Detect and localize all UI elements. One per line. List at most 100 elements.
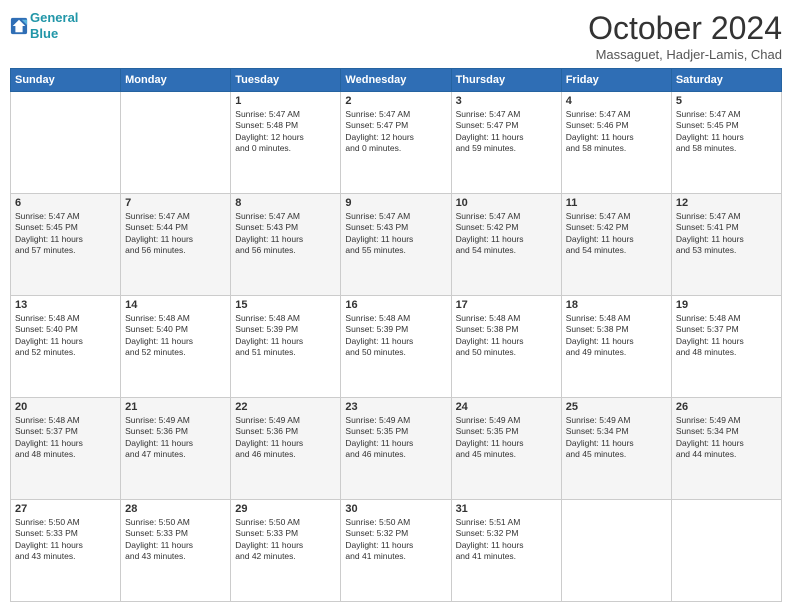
cell-info: Sunrise: 5:48 AM Sunset: 5:39 PM Dayligh… <box>345 313 446 359</box>
calendar-cell: 22 Sunrise: 5:49 AM Sunset: 5:36 PM Dayli… <box>231 398 341 500</box>
calendar-row-0: 1 Sunrise: 5:47 AM Sunset: 5:48 PM Daylig… <box>11 92 782 194</box>
logo-icon <box>10 17 28 35</box>
page: General Blue October 2024 Massaguet, Had… <box>0 0 792 612</box>
logo-general: General <box>30 10 78 25</box>
calendar-cell: 21 Sunrise: 5:49 AM Sunset: 5:36 PM Dayli… <box>121 398 231 500</box>
calendar-cell: 6Sunrise: 5:47 AM Sunset: 5:45 PM Daylig… <box>11 194 121 296</box>
cell-info: Sunrise: 5:47 AM Sunset: 5:45 PM Dayligh… <box>15 211 116 257</box>
day-number: 22 <box>235 401 336 413</box>
calendar-cell: 1 Sunrise: 5:47 AM Sunset: 5:48 PM Daylig… <box>231 92 341 194</box>
cell-info: Sunrise: 5:50 AM Sunset: 5:33 PM Dayligh… <box>235 517 336 563</box>
calendar-cell: 11Sunrise: 5:47 AM Sunset: 5:42 PM Dayli… <box>561 194 671 296</box>
day-number: 4 <box>566 95 667 107</box>
day-number: 2 <box>345 95 446 107</box>
calendar-row-4: 27 Sunrise: 5:50 AM Sunset: 5:33 PM Dayli… <box>11 500 782 602</box>
calendar-cell: 17 Sunrise: 5:48 AM Sunset: 5:38 PM Dayli… <box>451 296 561 398</box>
calendar-cell: 29 Sunrise: 5:50 AM Sunset: 5:33 PM Dayli… <box>231 500 341 602</box>
day-number: 21 <box>125 401 226 413</box>
day-number: 20 <box>15 401 116 413</box>
day-number: 11 <box>566 197 667 209</box>
calendar-cell: 13 Sunrise: 5:48 AM Sunset: 5:40 PM Dayli… <box>11 296 121 398</box>
day-number: 12 <box>676 197 777 209</box>
day-number: 19 <box>676 299 777 311</box>
day-number: 14 <box>125 299 226 311</box>
cell-info: Sunrise: 5:47 AM Sunset: 5:46 PM Dayligh… <box>566 109 667 155</box>
day-number: 29 <box>235 503 336 515</box>
cell-info: Sunrise: 5:47 AM Sunset: 5:42 PM Dayligh… <box>456 211 557 257</box>
calendar-cell: 8Sunrise: 5:47 AM Sunset: 5:43 PM Daylig… <box>231 194 341 296</box>
day-number: 23 <box>345 401 446 413</box>
calendar-row-2: 13 Sunrise: 5:48 AM Sunset: 5:40 PM Dayli… <box>11 296 782 398</box>
weekday-header-tuesday: Tuesday <box>231 69 341 92</box>
calendar-cell: 28 Sunrise: 5:50 AM Sunset: 5:33 PM Dayli… <box>121 500 231 602</box>
month-title: October 2024 <box>588 10 782 47</box>
day-number: 25 <box>566 401 667 413</box>
cell-info: Sunrise: 5:47 AM Sunset: 5:43 PM Dayligh… <box>235 211 336 257</box>
weekday-header-wednesday: Wednesday <box>341 69 451 92</box>
calendar-cell: 16Sunrise: 5:48 AM Sunset: 5:39 PM Dayli… <box>341 296 451 398</box>
cell-info: Sunrise: 5:48 AM Sunset: 5:40 PM Dayligh… <box>15 313 116 359</box>
cell-info: Sunrise: 5:47 AM Sunset: 5:44 PM Dayligh… <box>125 211 226 257</box>
calendar-cell: 12 Sunrise: 5:47 AM Sunset: 5:41 PM Dayli… <box>671 194 781 296</box>
day-number: 27 <box>15 503 116 515</box>
day-number: 1 <box>235 95 336 107</box>
cell-info: Sunrise: 5:48 AM Sunset: 5:37 PM Dayligh… <box>15 415 116 461</box>
calendar-cell <box>121 92 231 194</box>
cell-info: Sunrise: 5:50 AM Sunset: 5:33 PM Dayligh… <box>125 517 226 563</box>
day-number: 26 <box>676 401 777 413</box>
calendar-cell: 30Sunrise: 5:50 AM Sunset: 5:32 PM Dayli… <box>341 500 451 602</box>
cell-info: Sunrise: 5:49 AM Sunset: 5:36 PM Dayligh… <box>235 415 336 461</box>
calendar-cell: 26Sunrise: 5:49 AM Sunset: 5:34 PM Dayli… <box>671 398 781 500</box>
calendar-cell: 18 Sunrise: 5:48 AM Sunset: 5:38 PM Dayli… <box>561 296 671 398</box>
day-number: 15 <box>235 299 336 311</box>
cell-info: Sunrise: 5:49 AM Sunset: 5:34 PM Dayligh… <box>566 415 667 461</box>
cell-info: Sunrise: 5:49 AM Sunset: 5:35 PM Dayligh… <box>456 415 557 461</box>
cell-info: Sunrise: 5:49 AM Sunset: 5:35 PM Dayligh… <box>345 415 446 461</box>
day-number: 17 <box>456 299 557 311</box>
day-number: 7 <box>125 197 226 209</box>
calendar-cell: 4 Sunrise: 5:47 AM Sunset: 5:46 PM Daylig… <box>561 92 671 194</box>
cell-info: Sunrise: 5:51 AM Sunset: 5:32 PM Dayligh… <box>456 517 557 563</box>
title-block: October 2024 Massaguet, Hadjer-Lamis, Ch… <box>588 10 782 62</box>
day-number: 18 <box>566 299 667 311</box>
calendar-cell: 5 Sunrise: 5:47 AM Sunset: 5:45 PM Daylig… <box>671 92 781 194</box>
location-subtitle: Massaguet, Hadjer-Lamis, Chad <box>588 47 782 62</box>
cell-info: Sunrise: 5:48 AM Sunset: 5:40 PM Dayligh… <box>125 313 226 359</box>
cell-info: Sunrise: 5:47 AM Sunset: 5:41 PM Dayligh… <box>676 211 777 257</box>
weekday-header-monday: Monday <box>121 69 231 92</box>
calendar-row-1: 6Sunrise: 5:47 AM Sunset: 5:45 PM Daylig… <box>11 194 782 296</box>
day-number: 31 <box>456 503 557 515</box>
weekday-header-sunday: Sunday <box>11 69 121 92</box>
cell-info: Sunrise: 5:47 AM Sunset: 5:47 PM Dayligh… <box>456 109 557 155</box>
calendar-cell: 2Sunrise: 5:47 AM Sunset: 5:47 PM Daylig… <box>341 92 451 194</box>
calendar-cell: 23 Sunrise: 5:49 AM Sunset: 5:35 PM Dayli… <box>341 398 451 500</box>
calendar-cell: 24 Sunrise: 5:49 AM Sunset: 5:35 PM Dayli… <box>451 398 561 500</box>
weekday-header-row: SundayMondayTuesdayWednesdayThursdayFrid… <box>11 69 782 92</box>
cell-info: Sunrise: 5:49 AM Sunset: 5:36 PM Dayligh… <box>125 415 226 461</box>
day-number: 30 <box>345 503 446 515</box>
weekday-header-saturday: Saturday <box>671 69 781 92</box>
day-number: 5 <box>676 95 777 107</box>
weekday-header-thursday: Thursday <box>451 69 561 92</box>
cell-info: Sunrise: 5:47 AM Sunset: 5:48 PM Dayligh… <box>235 109 336 155</box>
calendar-cell: 31 Sunrise: 5:51 AM Sunset: 5:32 PM Dayli… <box>451 500 561 602</box>
calendar-cell: 19Sunrise: 5:48 AM Sunset: 5:37 PM Dayli… <box>671 296 781 398</box>
logo: General Blue <box>10 10 78 41</box>
day-number: 24 <box>456 401 557 413</box>
calendar-cell: 15 Sunrise: 5:48 AM Sunset: 5:39 PM Dayli… <box>231 296 341 398</box>
cell-info: Sunrise: 5:47 AM Sunset: 5:45 PM Dayligh… <box>676 109 777 155</box>
cell-info: Sunrise: 5:48 AM Sunset: 5:38 PM Dayligh… <box>456 313 557 359</box>
cell-info: Sunrise: 5:48 AM Sunset: 5:39 PM Dayligh… <box>235 313 336 359</box>
calendar-cell: 9Sunrise: 5:47 AM Sunset: 5:43 PM Daylig… <box>341 194 451 296</box>
logo-blue: Blue <box>30 26 58 41</box>
logo-text: General Blue <box>30 10 78 41</box>
calendar-cell <box>671 500 781 602</box>
calendar-cell <box>11 92 121 194</box>
day-number: 13 <box>15 299 116 311</box>
cell-info: Sunrise: 5:47 AM Sunset: 5:43 PM Dayligh… <box>345 211 446 257</box>
calendar-cell <box>561 500 671 602</box>
calendar-cell: 7 Sunrise: 5:47 AM Sunset: 5:44 PM Daylig… <box>121 194 231 296</box>
day-number: 28 <box>125 503 226 515</box>
cell-info: Sunrise: 5:48 AM Sunset: 5:38 PM Dayligh… <box>566 313 667 359</box>
weekday-header-friday: Friday <box>561 69 671 92</box>
